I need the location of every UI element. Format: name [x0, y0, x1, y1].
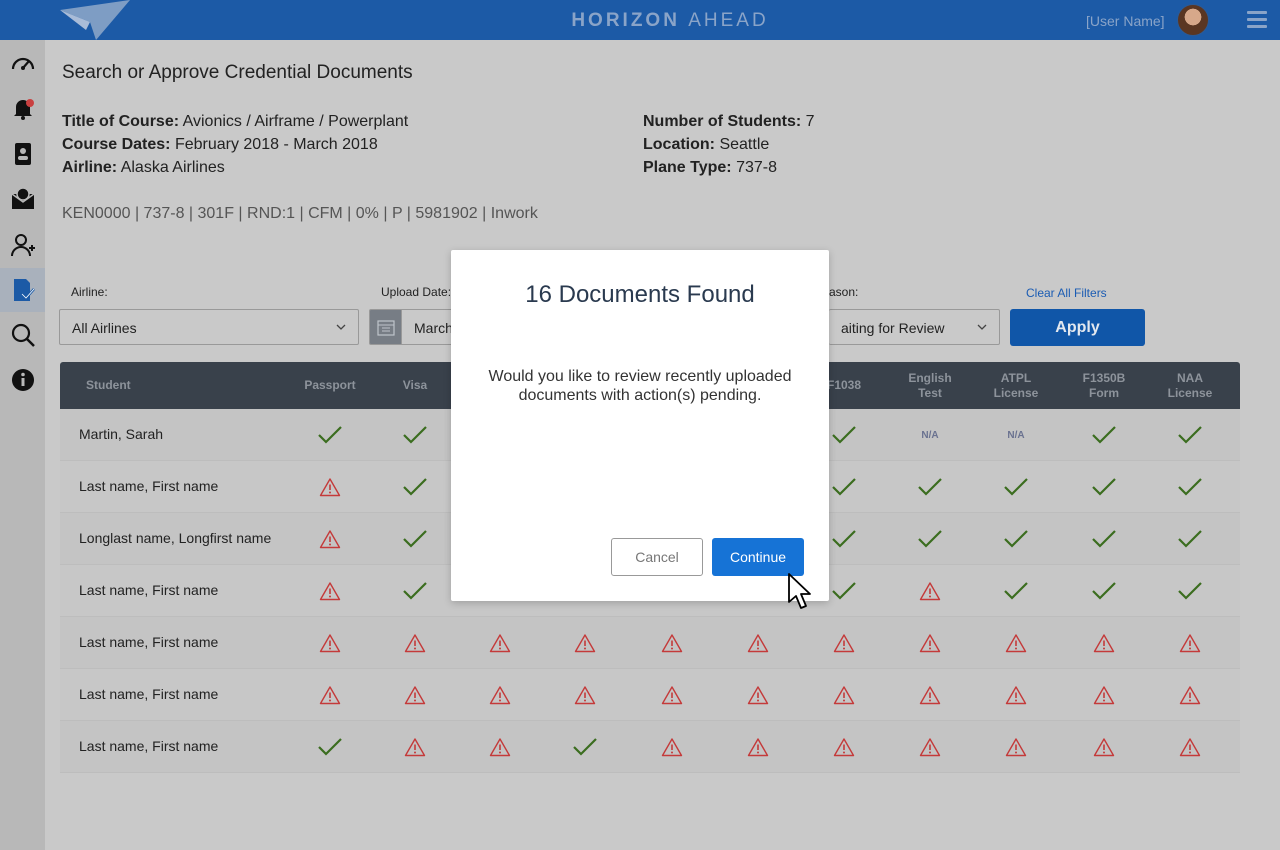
documents-found-dialog: 16 Documents Found Would you like to rev… [451, 250, 829, 601]
dialog-title: 16 Documents Found [525, 281, 755, 308]
continue-button[interactable]: Continue [712, 538, 804, 576]
cancel-button[interactable]: Cancel [611, 538, 703, 576]
mouse-cursor-icon [788, 573, 811, 609]
dialog-message: Would you like to review recently upload… [488, 368, 792, 404]
